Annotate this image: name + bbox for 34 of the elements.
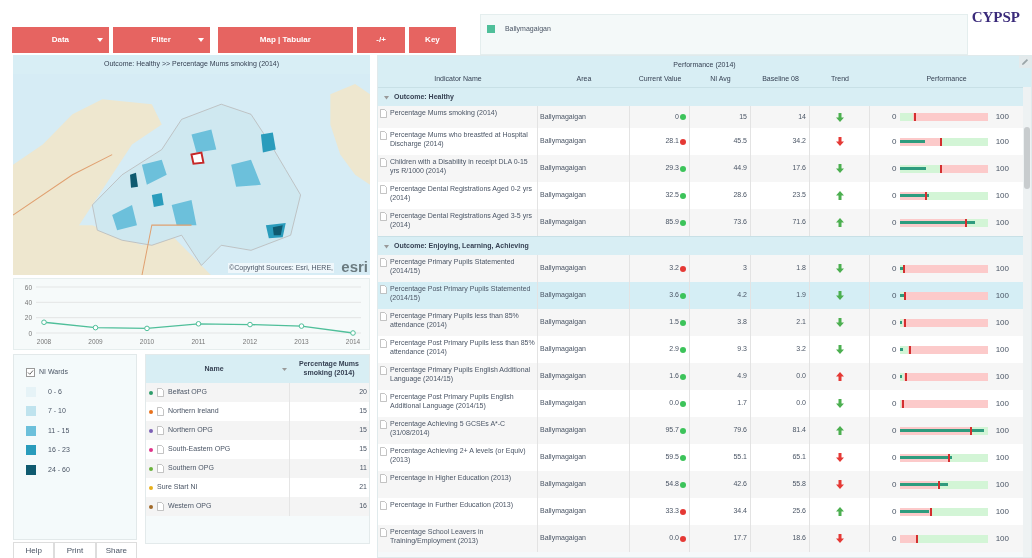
scale-min: 0 (892, 397, 897, 410)
scale-min: 0 (892, 189, 897, 202)
scale-max: 100 (995, 316, 1009, 329)
scale-min: 0 (892, 316, 897, 329)
scale-min: 0 (892, 451, 897, 464)
scale-max: 100 (995, 135, 1009, 148)
scale-min: 0 (892, 162, 897, 175)
scale-max: 100 (995, 478, 1009, 491)
scale-max: 100 (995, 343, 1009, 356)
scale-max: 100 (995, 289, 1009, 302)
scale-min: 0 (892, 216, 897, 229)
scale-max: 100 (995, 505, 1009, 518)
scale-min: 0 (892, 532, 897, 545)
scale-min: 0 (892, 505, 897, 518)
scale-min: 0 (892, 262, 897, 275)
scale-min: 0 (892, 111, 897, 123)
scale-max: 100 (995, 111, 1009, 123)
scale-max: 100 (995, 370, 1009, 383)
scale-max: 100 (995, 262, 1009, 275)
scale-max: 100 (995, 216, 1009, 229)
scale-max: 100 (995, 162, 1009, 175)
scale-max: 100 (995, 397, 1009, 410)
logo: CYPSP (971, 10, 1020, 25)
scale-min: 0 (892, 343, 897, 356)
scale-min: 0 (892, 135, 897, 148)
scale-max: 100 (995, 424, 1009, 437)
scale-max: 100 (995, 451, 1009, 464)
scale-max: 100 (995, 189, 1009, 202)
scale-max: 100 (995, 532, 1009, 545)
scale-min: 0 (892, 424, 897, 437)
scale-min: 0 (892, 289, 897, 302)
scale-min: 0 (892, 370, 897, 383)
esri-logo: esri (341, 259, 368, 274)
scale-min: 0 (892, 478, 897, 491)
